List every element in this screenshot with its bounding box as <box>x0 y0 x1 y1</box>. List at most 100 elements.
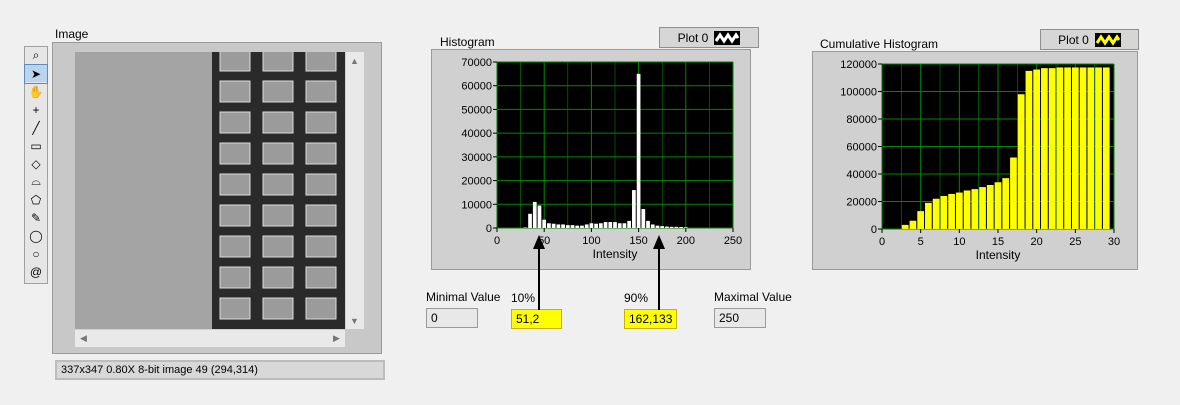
cumulative-plot-name: Plot 0 <box>1058 32 1089 47</box>
minimal-value-field: 0 <box>426 308 478 328</box>
pan-icon[interactable]: ✋ <box>25 83 47 101</box>
bar <box>1041 68 1048 229</box>
bar <box>1010 157 1017 229</box>
bar <box>683 227 688 228</box>
building-window <box>262 235 294 258</box>
bar <box>1087 67 1095 229</box>
line-icon[interactable]: ╱ <box>25 119 47 137</box>
building-window <box>262 142 294 165</box>
plot-style-icon <box>1094 32 1121 47</box>
y-tick-label: 80000 <box>846 114 877 126</box>
cumulative-histogram-chart: 0 5 10 15 20 25 30 0 20000 40000 60000 80000 100000 1… <box>840 59 1120 262</box>
plot-style-icon <box>714 30 741 45</box>
bar <box>994 182 1002 229</box>
scroll-down-icon[interactable]: ▼ <box>346 312 363 329</box>
building-window <box>262 173 294 196</box>
building-window <box>305 173 337 196</box>
x-tick-label: 15 <box>992 236 1004 248</box>
bar <box>1102 67 1110 229</box>
bar <box>971 189 979 229</box>
bar <box>1056 67 1064 229</box>
y-tick-label: 20000 <box>846 197 877 209</box>
x-tick-label: 20 <box>1031 236 1043 248</box>
percentile-arrows <box>533 235 665 310</box>
bar <box>1095 67 1102 229</box>
image-label: Image <box>55 27 89 41</box>
y-tick-label: 40000 <box>461 128 492 140</box>
bar <box>986 185 994 229</box>
bar <box>1033 69 1041 229</box>
y-tick-label: 60000 <box>846 142 877 154</box>
x-tick-label: 5 <box>918 236 924 248</box>
y-tick-label: 0 <box>486 223 492 235</box>
building-window <box>305 204 337 227</box>
zoom-icon[interactable]: ⌕ <box>25 47 47 65</box>
rectangle-icon[interactable]: ▭ <box>25 137 47 155</box>
scroll-up-icon[interactable]: ▲ <box>346 52 363 69</box>
building-window <box>305 111 337 134</box>
bar <box>909 220 917 229</box>
p90-arrowhead <box>653 235 665 249</box>
horizontal-scrollbar[interactable]: ◀ ▶ <box>75 329 345 347</box>
bar <box>1017 94 1025 229</box>
building-window <box>262 52 294 72</box>
x-tick-label: 0 <box>494 235 500 247</box>
building-window <box>262 204 294 227</box>
x-tick-label: 25 <box>1069 236 1081 248</box>
building-window <box>305 297 337 320</box>
histogram-plot-legend[interactable]: Plot 0 <box>659 27 759 48</box>
circle-icon[interactable]: ○ <box>25 245 47 263</box>
building-window <box>219 142 251 165</box>
oval-icon[interactable]: ◯ <box>25 227 47 245</box>
spiral-icon[interactable]: @ <box>25 263 47 281</box>
bar <box>1079 67 1087 229</box>
y-tick-label: 30000 <box>461 152 492 164</box>
pointer-icon[interactable]: ➤ <box>24 64 48 84</box>
scroll-right-icon[interactable]: ▶ <box>328 330 345 347</box>
building-window <box>219 266 251 289</box>
building-window <box>219 52 251 72</box>
image-display[interactable] <box>75 52 345 329</box>
building-window <box>219 173 251 196</box>
x-axis-label: Intensity <box>976 248 1021 262</box>
bar <box>901 224 909 229</box>
bar <box>979 187 986 229</box>
rotated-rectangle-icon[interactable]: ◇ <box>25 155 47 173</box>
annulus-icon[interactable]: ⌓ <box>25 173 47 191</box>
maximal-value-label: Maximal Value <box>714 290 792 304</box>
bar <box>1048 68 1056 229</box>
scroll-left-icon[interactable]: ◀ <box>75 330 92 347</box>
bar <box>940 196 948 229</box>
bar <box>925 202 932 229</box>
image-toolbar: ⌕ ➤ ✋ + ╱ ▭ ◇ ⌓ ⬠ ✎ ◯ ○ @ <box>24 46 48 284</box>
building-window <box>305 52 337 72</box>
y-tick-label: 70000 <box>461 57 492 69</box>
building-window <box>219 204 251 227</box>
cumulative-histogram-title: Cumulative Histogram <box>820 37 939 51</box>
vertical-scrollbar[interactable]: ▲ ▼ <box>345 52 364 329</box>
crosshair-icon[interactable]: + <box>25 101 47 119</box>
building-window <box>219 80 251 103</box>
building-window <box>305 266 337 289</box>
x-tick-label: 10 <box>953 236 965 248</box>
cumulative-plot-legend[interactable]: Plot 0 <box>1040 29 1139 50</box>
building-image <box>75 52 345 329</box>
polygon-icon[interactable]: ⬠ <box>25 191 47 209</box>
bar <box>963 190 971 229</box>
building-window <box>219 111 251 134</box>
building-window <box>219 235 251 258</box>
image-status-bar: 337x347 0.80X 8-bit image 49 (294,314) <box>55 360 385 380</box>
building-window <box>262 111 294 134</box>
freehand-icon[interactable]: ✎ <box>25 209 47 227</box>
y-tick-label: 60000 <box>461 81 492 93</box>
x-tick-label: 250 <box>724 235 742 247</box>
bar <box>932 198 940 229</box>
building-window <box>305 80 337 103</box>
y-tick-label: 40000 <box>846 169 877 181</box>
bar <box>1002 178 1010 229</box>
bar <box>1025 70 1033 229</box>
bar <box>632 190 636 228</box>
bar <box>1071 67 1079 229</box>
bar <box>917 211 925 229</box>
bar <box>948 193 955 229</box>
